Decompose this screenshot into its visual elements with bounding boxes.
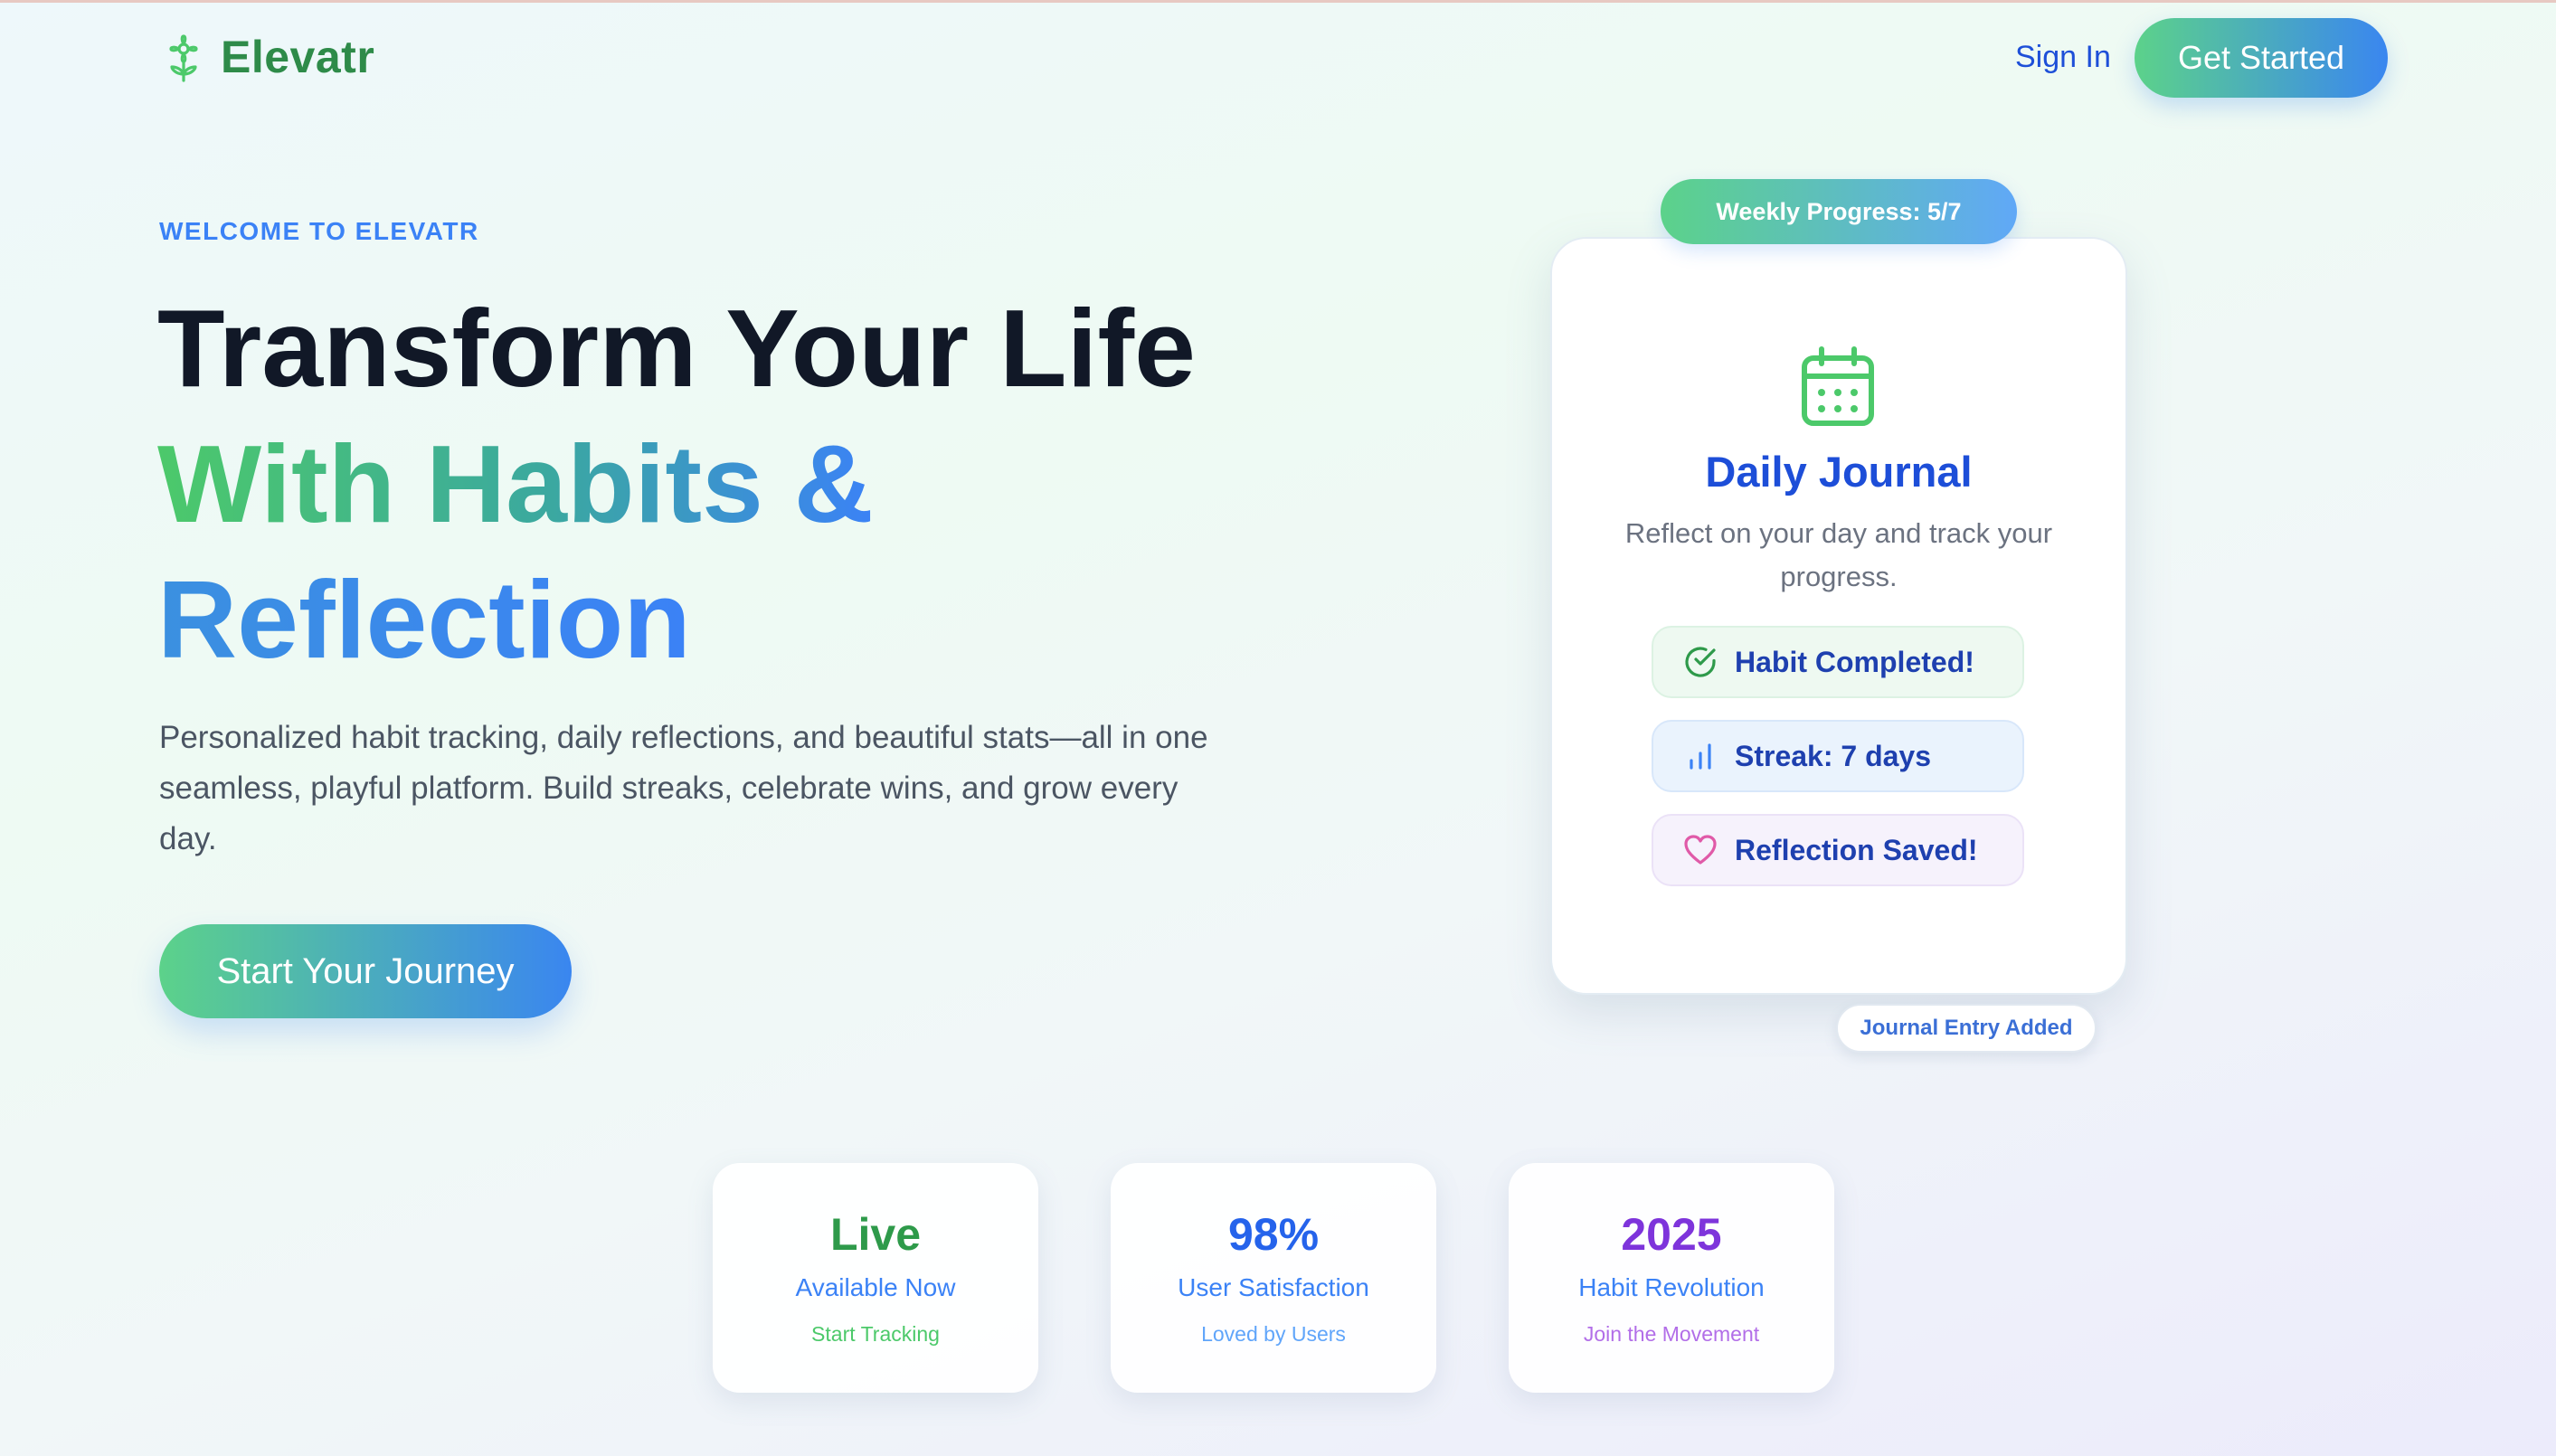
journal-entry-badge: Journal Entry Added: [1836, 1004, 2097, 1053]
habit-completed-pill: Habit Completed!: [1652, 626, 2024, 698]
card-title: Daily Journal: [1705, 448, 1973, 496]
stat-value: Live: [829, 1209, 922, 1260]
stat-value: 98%: [1227, 1209, 1320, 1260]
stat-card-year: 2025 Habit Revolution Join the Movement: [1509, 1163, 1834, 1393]
weekly-progress-badge: Weekly Progress: 5/7: [1661, 179, 2017, 244]
check-circle-icon: [1685, 647, 1716, 677]
hero-description: Personalized habit tracking, daily refle…: [159, 720, 1208, 856]
pill-label: Streak: 7 days: [1735, 739, 1932, 772]
site-header: Elevatr Sign In Get Started: [0, 0, 2556, 116]
stat-label: User Satisfaction: [1178, 1273, 1369, 1301]
streak-pill: Streak: 7 days: [1652, 720, 2024, 792]
hero-headline: Transform Your Life With Habits & Reflec…: [157, 280, 1333, 687]
logo-text: Elevatr: [221, 32, 375, 82]
stat-card-satisfaction: 98% User Satisfaction Loved by Users: [1111, 1163, 1436, 1393]
calendar-icon: [1802, 346, 1874, 426]
start-journey-button[interactable]: Start Your Journey: [159, 924, 572, 1018]
flower-logo-icon: [169, 34, 198, 82]
card-description: Reflect on your day and track your progr…: [1624, 517, 2053, 592]
hero-eyebrow: WELCOME TO ELEVATR: [159, 217, 479, 245]
logo[interactable]: Elevatr: [163, 31, 374, 83]
pill-label: Habit Completed!: [1735, 645, 1974, 678]
headline-line-2: With Habits &: [157, 416, 874, 552]
heart-icon: [1684, 835, 1717, 865]
sign-in-link[interactable]: Sign In: [2015, 40, 2111, 75]
stat-sublabel: Join the Movement: [1583, 1322, 1760, 1346]
bar-chart-icon: [1690, 743, 1711, 770]
stat-label: Available Now: [795, 1273, 956, 1301]
get-started-button[interactable]: Get Started: [2135, 18, 2388, 98]
stat-sublabel: Loved by Users: [1201, 1322, 1346, 1346]
headline-line-3: Reflection: [157, 552, 691, 687]
stat-sublabel: Start Tracking: [811, 1322, 940, 1346]
stat-card-live: Live Available Now Start Tracking: [713, 1163, 1038, 1393]
pill-label: Reflection Saved!: [1735, 833, 1978, 866]
headline-line-1: Transform Your Life: [157, 287, 1196, 410]
stat-value: 2025: [1621, 1209, 1722, 1260]
stat-label: Habit Revolution: [1578, 1273, 1765, 1301]
reflection-saved-pill: Reflection Saved!: [1652, 814, 2024, 886]
